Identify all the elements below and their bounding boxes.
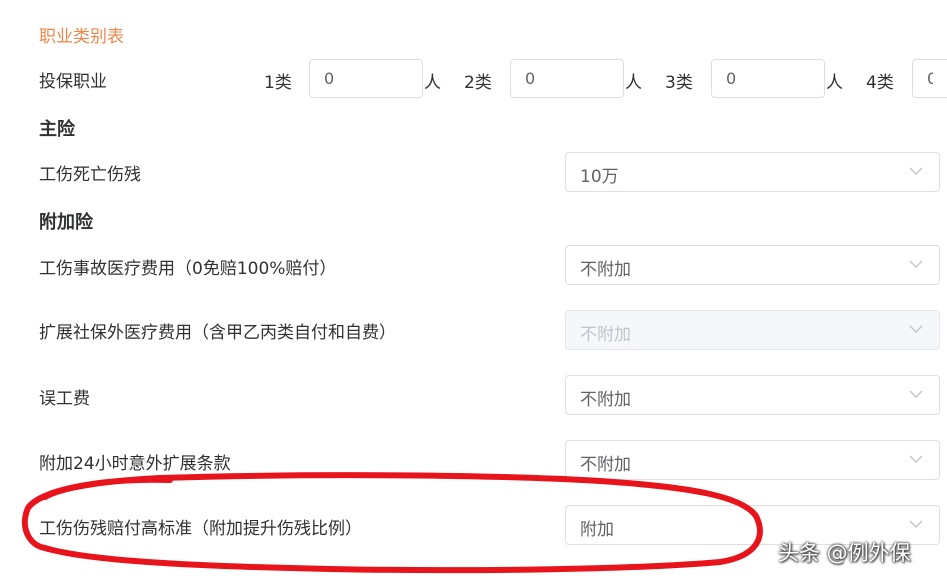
main-item-label: 工伤死亡伤残 <box>39 165 141 185</box>
class-3-count-input[interactable] <box>711 59 825 98</box>
additional-item-select[interactable]: 不附加 <box>565 375 940 415</box>
select-value: 不附加 <box>580 455 631 475</box>
insured-occupation-label: 投保职业 <box>39 72 107 92</box>
additional-item-label: 扩展社保外医疗费用（含甲乙丙类自付和自费） <box>39 323 396 343</box>
main-item-select[interactable]: 10万 <box>565 152 940 192</box>
select-value: 不附加 <box>580 390 631 410</box>
additional-item-label: 工伤伤残赔付高标准（附加提升伤残比例） <box>39 519 362 539</box>
additional-item-select-disabled: 不附加 <box>565 310 940 350</box>
watermark: 头条 @例外保 <box>778 541 911 565</box>
select-value: 附加 <box>580 520 614 540</box>
chevron-down-icon <box>909 325 923 333</box>
class-3-label: 3类 <box>665 73 693 93</box>
additional-insurance-title: 附加险 <box>39 212 93 233</box>
select-value: 不附加 <box>580 325 631 345</box>
additional-item-select[interactable]: 不附加 <box>565 245 940 285</box>
chevron-down-icon <box>909 167 923 175</box>
additional-item-label: 工伤事故医疗费用（0免赔100%赔付） <box>39 259 337 279</box>
additional-item-label: 误工费 <box>39 389 90 409</box>
class-2-count-input[interactable] <box>510 59 624 98</box>
class-1-unit: 人 <box>424 73 441 93</box>
main-insurance-title: 主险 <box>39 119 75 140</box>
select-value: 不附加 <box>580 260 631 280</box>
additional-item-select[interactable]: 不附加 <box>565 440 940 480</box>
class-4-count-input[interactable] <box>912 59 947 98</box>
chevron-down-icon <box>909 520 923 528</box>
select-value: 10万 <box>580 167 619 187</box>
class-4-label: 4类 <box>866 73 894 93</box>
occupation-table-link[interactable]: 职业类别表 <box>39 22 124 47</box>
chevron-down-icon <box>909 260 923 268</box>
class-2-unit: 人 <box>625 73 642 93</box>
class-1-count-input[interactable] <box>309 59 423 98</box>
class-3-unit: 人 <box>826 73 843 93</box>
class-2-label: 2类 <box>464 73 492 93</box>
chevron-down-icon <box>909 390 923 398</box>
chevron-down-icon <box>909 455 923 463</box>
additional-item-label: 附加24小时意外扩展条款 <box>39 454 231 474</box>
class-1-label: 1类 <box>264 73 292 93</box>
